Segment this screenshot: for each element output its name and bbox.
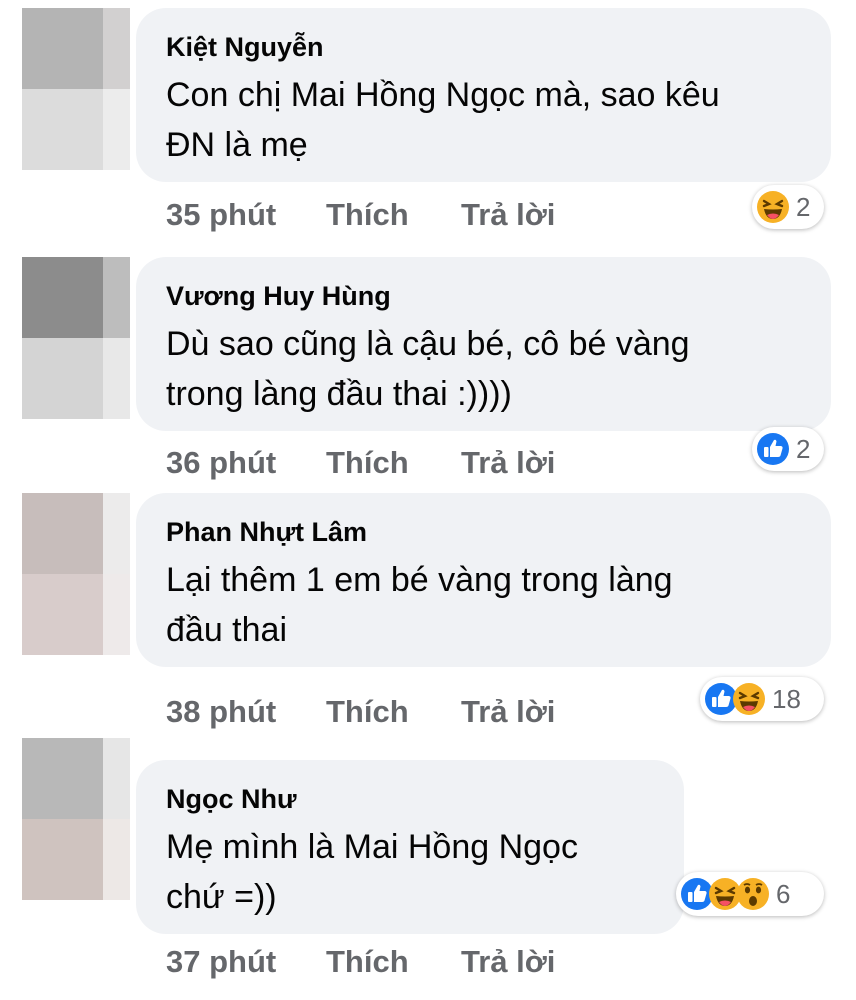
avatar[interactable]: [22, 493, 130, 655]
comment-text: Mẹ mình là Mai Hồng Ngọc chứ =)): [166, 828, 578, 916]
avatar-pixel: [103, 819, 130, 900]
comment-item: Ngọc Như Mẹ mình là Mai Hồng Ngọc chứ =)…: [0, 738, 856, 979]
wow-icon: [736, 877, 770, 911]
avatar[interactable]: [22, 738, 130, 900]
reaction-summary[interactable]: 2: [752, 185, 824, 229]
avatar-pixel: [103, 493, 130, 574]
reaction-icons: [756, 190, 792, 224]
haha-icon: [732, 682, 766, 716]
reaction-icons: [756, 432, 792, 466]
avatar[interactable]: [22, 8, 130, 170]
avatar-pixel: [103, 738, 130, 819]
comment-bubble: Phan Nhựt Lâm Lại thêm 1 em bé vàng tron…: [136, 493, 831, 667]
avatar[interactable]: [22, 257, 130, 419]
comment-time[interactable]: 35 phút: [166, 195, 276, 235]
avatar-pixel: [103, 257, 130, 338]
reply-button[interactable]: Trả lời: [461, 692, 555, 732]
reply-button[interactable]: Trả lời: [461, 942, 555, 982]
like-button[interactable]: Thích: [326, 443, 409, 483]
comment-bubble: Vương Huy Hùng Dù sao cũng là cậu bé, cô…: [136, 257, 831, 431]
comment-author[interactable]: Ngọc Như: [166, 782, 654, 816]
reaction-icons: [680, 877, 772, 911]
avatar-pixel: [22, 493, 103, 574]
reaction-count: 2: [796, 191, 811, 222]
comment-item: Vương Huy Hùng Dù sao cũng là cậu bé, cô…: [0, 257, 856, 497]
comment-time[interactable]: 37 phút: [166, 942, 276, 982]
comment-time[interactable]: 36 phút: [166, 443, 276, 483]
comment-text: Lại thêm 1 em bé vàng trong làng đầu tha…: [166, 561, 673, 649]
avatar-pixel: [103, 338, 130, 419]
reaction-count: 2: [796, 433, 811, 464]
like-button[interactable]: Thích: [326, 692, 409, 732]
reaction-count: 18: [772, 683, 801, 714]
comment-author[interactable]: Phan Nhựt Lâm: [166, 515, 801, 549]
like-button[interactable]: Thích: [326, 195, 409, 235]
haha-icon: [756, 190, 790, 224]
avatar-pixel: [22, 89, 103, 170]
comment-author[interactable]: Vương Huy Hùng: [166, 279, 801, 313]
comment-author[interactable]: Kiệt Nguyễn: [166, 30, 801, 64]
like-icon: [756, 432, 790, 466]
reaction-count: 6: [776, 878, 791, 909]
comment-text: Dù sao cũng là cậu bé, cô bé vàng trong …: [166, 325, 690, 413]
reply-button[interactable]: Trả lời: [461, 195, 555, 235]
reply-button[interactable]: Trả lời: [461, 443, 555, 483]
avatar-pixel: [22, 738, 103, 819]
comment-bubble: Ngọc Như Mẹ mình là Mai Hồng Ngọc chứ =)…: [136, 760, 684, 934]
avatar-pixel: [22, 8, 103, 89]
reaction-summary[interactable]: 18: [700, 677, 824, 721]
avatar-pixel: [22, 257, 103, 338]
comment-item: Kiệt Nguyễn Con chị Mai Hồng Ngọc mà, sa…: [0, 8, 856, 248]
avatar-pixel: [22, 574, 103, 655]
like-button[interactable]: Thích: [326, 942, 409, 982]
reaction-summary[interactable]: 2: [752, 427, 824, 471]
comment-item: Phan Nhựt Lâm Lại thêm 1 em bé vàng tron…: [0, 493, 856, 733]
reaction-icons: [704, 682, 768, 716]
reaction-summary[interactable]: 6: [676, 872, 824, 916]
avatar-pixel: [103, 574, 130, 655]
comment-bubble: Kiệt Nguyễn Con chị Mai Hồng Ngọc mà, sa…: [136, 8, 831, 182]
avatar-pixel: [103, 89, 130, 170]
avatar-pixel: [103, 8, 130, 89]
avatar-pixel: [22, 819, 103, 900]
comment-text: Con chị Mai Hồng Ngọc mà, sao kêu ĐN là …: [166, 76, 720, 164]
avatar-pixel: [22, 338, 103, 419]
comment-time[interactable]: 38 phút: [166, 692, 276, 732]
